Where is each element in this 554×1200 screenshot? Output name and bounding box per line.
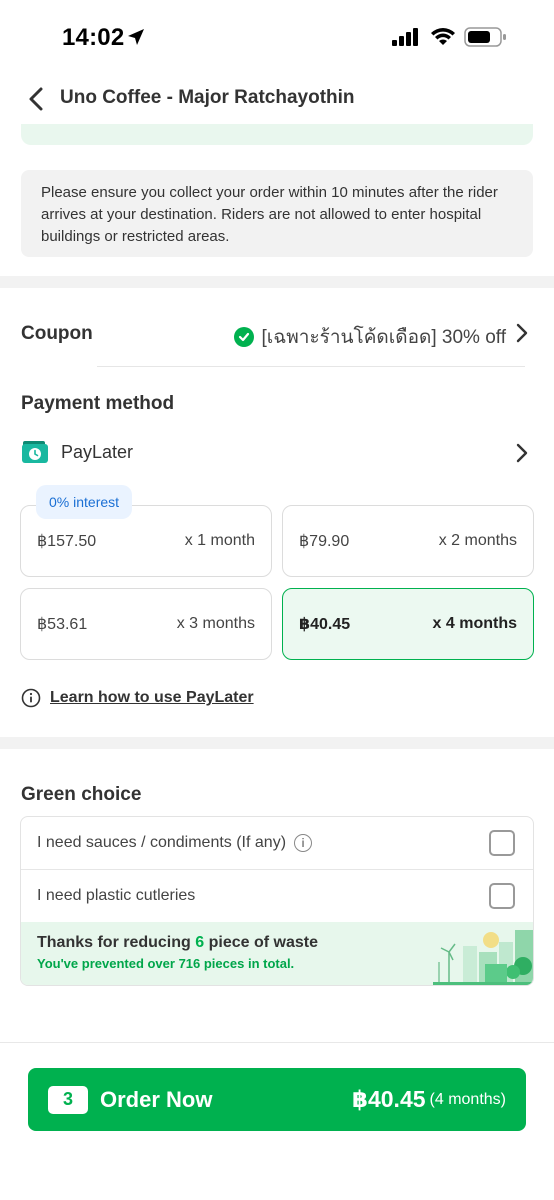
check-circle-icon	[233, 327, 254, 347]
learn-paylater-link[interactable]: Learn how to use PayLater	[21, 688, 254, 708]
plan-term: x 3 months	[176, 615, 255, 632]
plan-option-2-months[interactable]: ฿79.90 x 2 months	[282, 505, 534, 577]
sauces-option-row[interactable]: I need sauces / condiments (If any) i	[21, 817, 533, 869]
rider-notice: Please ensure you collect your order wit…	[21, 170, 533, 257]
payment-method-name: PayLater	[61, 441, 134, 462]
payment-method-selector[interactable]: PayLater	[21, 440, 133, 464]
order-months: (4 months)	[429, 1090, 506, 1108]
status-bar: 14:02	[0, 0, 554, 76]
plan-term: x 1 month	[184, 532, 255, 549]
signal-icon	[392, 28, 418, 46]
waste-title-suffix: piece of waste	[204, 934, 318, 951]
plan-option-3-months[interactable]: ฿53.61 x 3 months	[20, 588, 272, 660]
interest-badge: 0% interest	[36, 485, 133, 519]
order-now-button[interactable]: 3 Order Now ฿40.45 (4 months)	[28, 1068, 526, 1131]
location-arrow-icon	[128, 29, 144, 45]
wallet-clock-icon	[21, 440, 49, 464]
divider-line	[97, 366, 525, 367]
plan-term: x 2 months	[438, 532, 517, 549]
payment-method-label: Payment method	[21, 393, 175, 414]
coupon-label: Coupon	[21, 323, 93, 344]
payment-chevron-right-icon[interactable]	[516, 443, 528, 463]
section-divider	[0, 276, 554, 288]
learn-paylater-text: Learn how to use PayLater	[50, 689, 254, 706]
waste-title-prefix: Thanks for reducing	[37, 934, 196, 951]
chevron-left-icon	[29, 87, 43, 111]
order-now-label: Order Now	[100, 1086, 213, 1112]
coupon-text: [เฉพาะร้านโค้ดเดือด] 30% off	[261, 327, 506, 348]
order-price: ฿40.45	[351, 1086, 426, 1112]
section-divider	[0, 737, 554, 749]
back-button[interactable]	[22, 84, 50, 114]
coupon-value[interactable]: [เฉพาะร้านโค้ดเดือด] 30% off	[233, 322, 506, 352]
info-icon	[21, 688, 41, 708]
cutlery-option-label: I need plastic cutleries	[37, 886, 196, 904]
green-city-illustration	[433, 930, 533, 985]
wifi-icon	[431, 28, 455, 45]
header: Uno Coffee - Major Ratchayothin	[0, 76, 554, 122]
page-title: Uno Coffee - Major Ratchayothin	[60, 87, 355, 108]
green-strip-decoration	[21, 124, 533, 145]
sauces-checkbox[interactable]	[489, 830, 515, 856]
sauces-option-label: I need sauces / condiments (If any)	[37, 834, 287, 851]
cutlery-checkbox[interactable]	[489, 882, 515, 909]
plan-amount: ฿79.90	[299, 533, 350, 550]
plan-option-4-months[interactable]: ฿40.45 x 4 months	[282, 588, 534, 660]
quantity-badge: 3	[48, 1085, 88, 1114]
plan-amount: ฿157.50	[37, 533, 97, 550]
plan-amount: ฿53.61	[37, 616, 88, 633]
bottom-bar-divider	[0, 1042, 554, 1043]
waste-reduction-banner: Thanks for reducing 6 piece of waste You…	[21, 922, 533, 985]
plan-amount: ฿40.45	[299, 616, 351, 633]
waste-count: 6	[195, 934, 205, 951]
info-icon[interactable]: i	[294, 834, 313, 852]
plan-term: x 4 months	[432, 615, 517, 632]
status-time: 14:02	[62, 24, 125, 51]
cutlery-option-row[interactable]: I need plastic cutleries	[21, 869, 533, 921]
coupon-chevron-right-icon[interactable]	[516, 323, 528, 343]
battery-icon	[464, 27, 506, 47]
green-choice-label: Green choice	[21, 784, 142, 805]
green-choice-box: I need sauces / condiments (If any) i I …	[20, 816, 534, 986]
